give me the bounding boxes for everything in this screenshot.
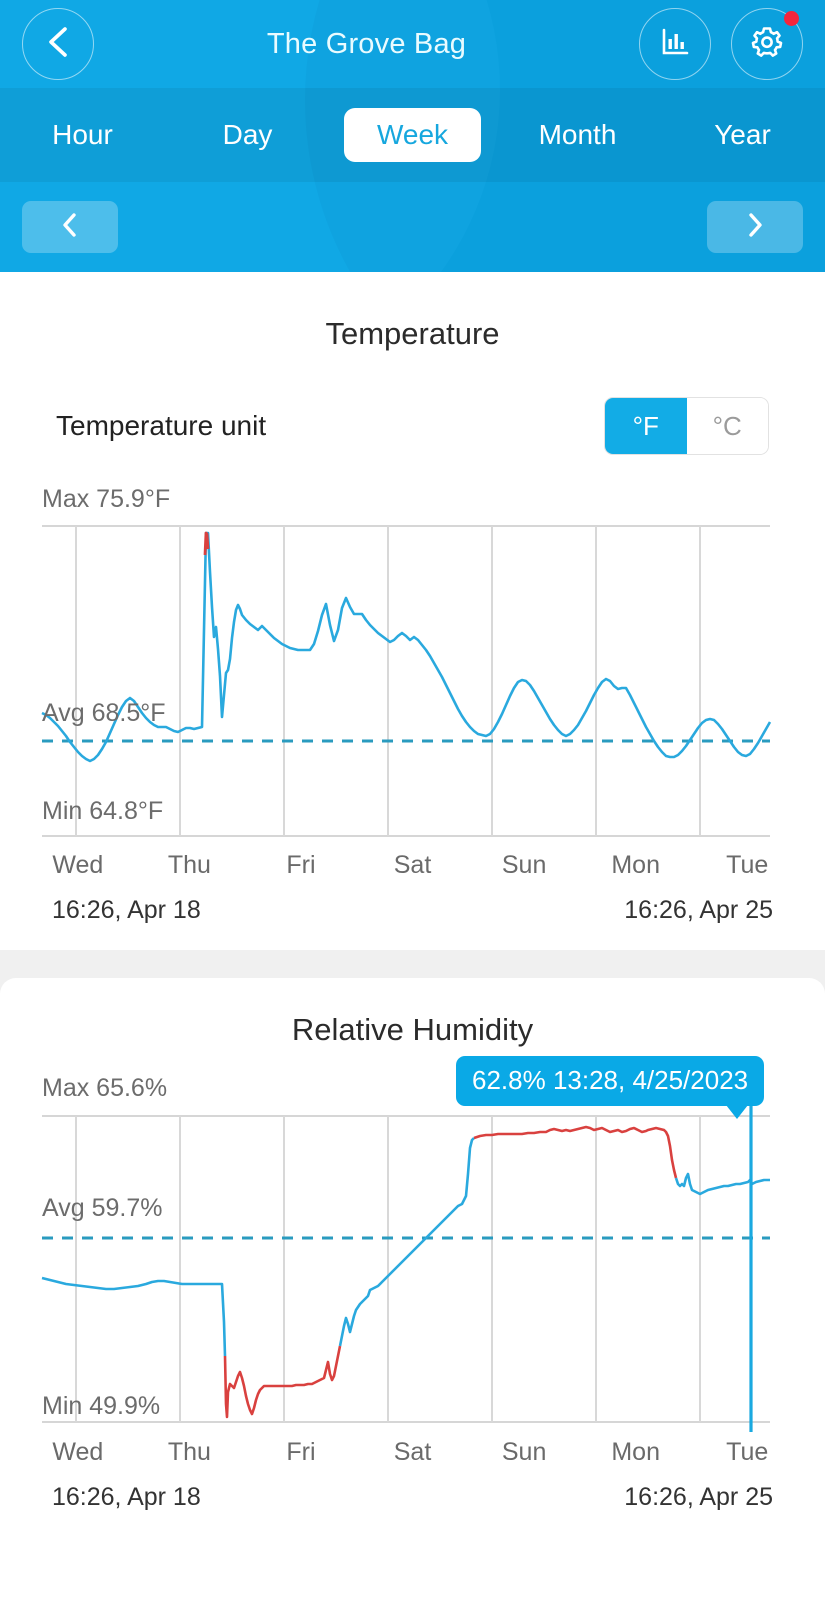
x-label-wed: Wed <box>52 851 104 879</box>
humidity-series-segment-3 <box>674 1172 770 1196</box>
humidity-tooltip: 62.8% 13:28, 4/25/2023 <box>456 1056 765 1119</box>
temperature-x-axis-labels: Wed Thu Fri Sat Sun Mon Tue <box>0 851 825 880</box>
page-title: The Grove Bag <box>266 27 467 60</box>
range-end: 16:26, Apr 25 <box>624 896 773 924</box>
x-label-mon: Mon <box>611 1438 660 1466</box>
humidity-title: Relative Humidity <box>291 1012 534 1047</box>
humidity-anomaly-segment-low <box>223 1345 342 1419</box>
tab-month-label: Month <box>538 119 617 150</box>
range-navigation <box>0 182 825 272</box>
temperature-anomaly-spike <box>203 531 210 556</box>
chevron-left-icon <box>60 212 80 243</box>
x-label-fri: Fri <box>286 851 316 879</box>
x-label-sat: Sat <box>393 851 432 879</box>
tab-year-label: Year <box>714 119 771 150</box>
temperature-chart[interactable]: Max 75.9°F Avg 68.5°F Min 64.8°F <box>0 477 825 845</box>
time-range-tabs: Hour Day Week Month Year <box>0 88 825 182</box>
tab-day-label: Day <box>222 119 273 150</box>
bar-chart-icon <box>658 25 692 64</box>
tab-week[interactable]: Week <box>330 108 495 162</box>
temperature-unit-label: Temperature unit <box>56 410 267 441</box>
gear-icon <box>749 24 785 65</box>
temperature-unit-row: Temperature unit °F °C <box>0 397 825 455</box>
temperature-card: Temperature Temperature unit °F °C Max 7… <box>0 272 825 950</box>
temperature-avg-label: Avg 68.5°F <box>42 699 166 727</box>
tab-month[interactable]: Month <box>495 108 660 162</box>
x-label-mon: Mon <box>611 851 660 879</box>
chevron-right-icon <box>745 212 765 243</box>
x-label-wed: Wed <box>52 1438 104 1466</box>
humidity-min-label: Min 49.9% <box>42 1392 161 1420</box>
x-label-sat: Sat <box>393 1438 432 1466</box>
humidity-x-axis-labels: Wed Thu Fri Sat Sun Mon Tue <box>0 1438 825 1467</box>
x-label-tue: Tue <box>726 1438 769 1466</box>
tab-hour[interactable]: Hour <box>0 108 165 162</box>
chevron-left-icon <box>45 25 71 64</box>
back-button[interactable] <box>22 8 94 80</box>
x-label-sun: Sun <box>501 1438 547 1466</box>
app-root: The Grove Bag Hour Day Week Month Year T… <box>0 0 825 1601</box>
temperature-title: Temperature <box>325 316 500 351</box>
temperature-unit-toggle[interactable]: °F °C <box>604 397 769 455</box>
range-start: 16:26, Apr 18 <box>52 896 201 924</box>
title-bar: The Grove Bag <box>0 0 825 88</box>
x-label-sun: Sun <box>501 851 547 879</box>
humidity-plot[interactable] <box>0 1074 825 1432</box>
tab-year[interactable]: Year <box>660 108 825 162</box>
humidity-max-label: Max 65.6% <box>42 1074 168 1102</box>
x-label-thu: Thu <box>167 1438 211 1466</box>
statistics-button[interactable] <box>639 8 711 80</box>
humidity-chart[interactable]: 62.8% 13:28, 4/25/2023 Max 65.6% Avg 59.… <box>0 1056 825 1432</box>
x-label-thu: Thu <box>167 851 211 879</box>
section-divider <box>0 950 825 978</box>
tab-week-label: Week <box>343 108 482 162</box>
temperature-date-range: 16:26, Apr 18 16:26, Apr 25 <box>0 896 825 925</box>
x-label-tue: Tue <box>726 851 769 879</box>
x-label-fri: Fri <box>286 1438 316 1466</box>
app-header: The Grove Bag Hour Day Week Month Year <box>0 0 825 272</box>
unit-option-celsius[interactable]: °C <box>686 398 768 454</box>
humidity-series-segment-2 <box>338 1137 475 1347</box>
temperature-max-label: Max 75.9°F <box>42 485 171 513</box>
humidity-avg-label: Avg 59.7% <box>42 1194 163 1222</box>
temperature-min-label: Min 64.8°F <box>42 797 164 825</box>
humidity-card: Relative Humidity 62.8% 13:28, 4/25/2023 <box>0 978 825 1601</box>
previous-period-button[interactable] <box>22 201 118 253</box>
range-end: 16:26, Apr 25 <box>624 1483 773 1511</box>
humidity-date-range: 16:26, Apr 18 16:26, Apr 25 <box>0 1483 825 1512</box>
notification-dot <box>784 11 799 26</box>
unit-option-fahrenheit[interactable]: °F <box>605 398 687 454</box>
range-start: 16:26, Apr 18 <box>52 1483 201 1511</box>
next-period-button[interactable] <box>707 201 803 253</box>
header-actions <box>639 8 803 80</box>
humidity-anomaly-segment-high <box>473 1125 678 1179</box>
temperature-plot[interactable] <box>0 477 825 845</box>
settings-button[interactable] <box>731 8 803 80</box>
humidity-series-segment-1 <box>41 1276 227 1357</box>
tab-day[interactable]: Day <box>165 108 330 162</box>
tab-hour-label: Hour <box>52 119 113 150</box>
